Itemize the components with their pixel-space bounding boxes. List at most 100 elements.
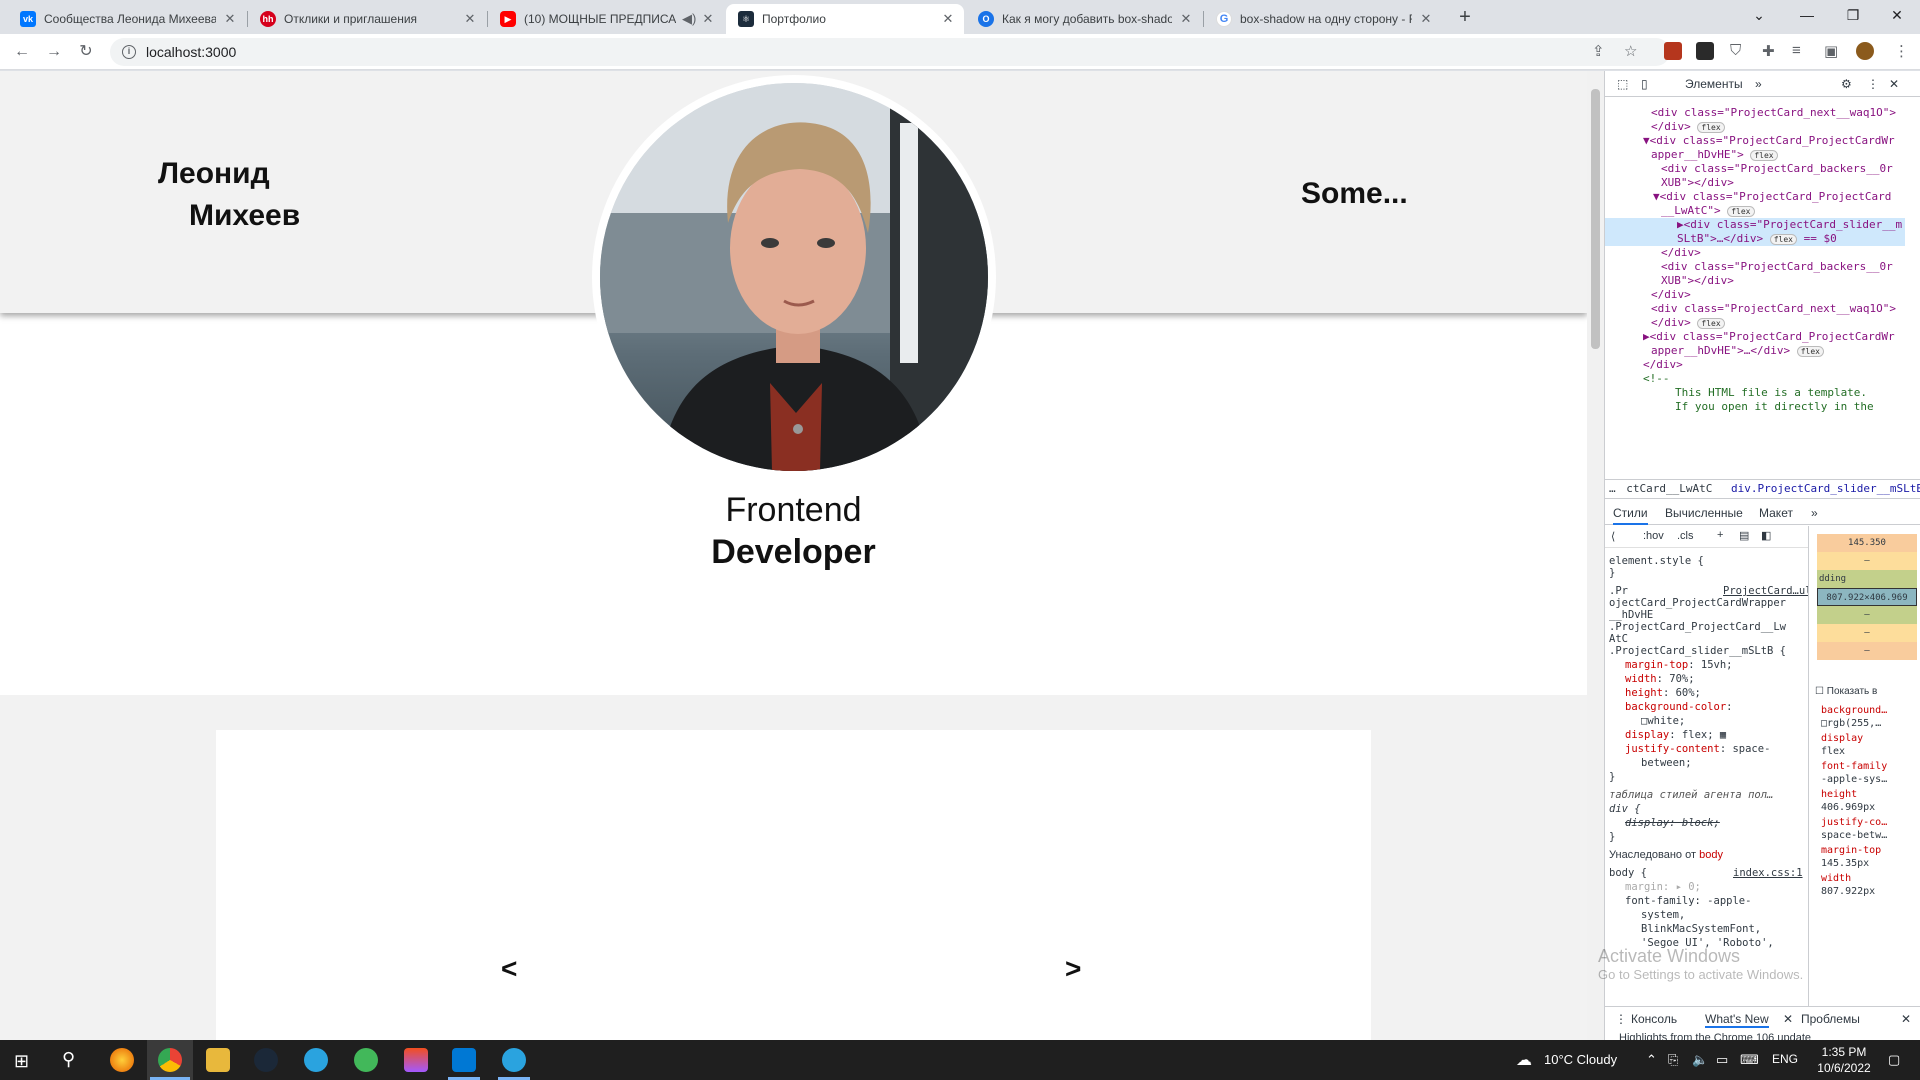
telegram-icon[interactable]	[502, 1048, 526, 1072]
more-tabs-icon[interactable]: »	[1755, 77, 1762, 91]
tab-whats-new[interactable]: What's New	[1705, 1012, 1769, 1028]
tab-portfolio[interactable]: ⚛ Портфолио ✕	[726, 4, 964, 34]
clock[interactable]: 1:35 PM 10/6/2022	[1810, 1044, 1878, 1076]
css-value[interactable]: □white;	[1641, 714, 1685, 728]
kebab-menu-icon[interactable]: ⋮	[1867, 77, 1879, 91]
close-icon[interactable]: ✕	[1178, 11, 1194, 27]
speaker-icon[interactable]: ◀)	[682, 11, 696, 27]
dom-node[interactable]: <div class="ProjectCard_next__waq1O">	[1651, 302, 1896, 316]
slider-prev-button[interactable]: <	[501, 953, 517, 985]
file-explorer-icon[interactable]	[206, 1048, 230, 1072]
css-declaration[interactable]: margin-top: 15vh;	[1625, 658, 1732, 672]
computed-prop[interactable]: justify-co…	[1821, 817, 1887, 828]
tab-hh[interactable]: hh Отклики и приглашения ✕	[248, 4, 486, 34]
dom-node-selected[interactable]: ▶<div class="ProjectCard_slider__m	[1605, 218, 1905, 232]
element-style-rule[interactable]: element.style {	[1609, 554, 1704, 568]
gear-icon[interactable]: ⚙	[1841, 77, 1852, 91]
body-rule[interactable]: body {	[1609, 866, 1647, 880]
close-icon[interactable]: ✕	[700, 11, 716, 27]
close-icon[interactable]: ✕	[1418, 11, 1434, 27]
drawer-menu-icon[interactable]: ⋮	[1615, 1012, 1627, 1026]
css-declaration[interactable]: width: 70%;	[1625, 672, 1695, 686]
css-declaration[interactable]: margin: ▸ 0;	[1625, 880, 1701, 894]
network-icon[interactable]: ⎘	[1668, 1052, 1678, 1068]
close-window-button[interactable]: ✕	[1874, 0, 1920, 30]
css-declaration[interactable]: display: flex; ▦	[1625, 728, 1726, 742]
filter-icon[interactable]: ⟨	[1611, 530, 1615, 543]
media-icon[interactable]: ≡	[1792, 42, 1801, 59]
telegram-icon[interactable]	[304, 1048, 328, 1072]
tab-search-icon[interactable]: ⌄	[1736, 0, 1782, 30]
battery-icon[interactable]: ▭	[1716, 1052, 1728, 1068]
css-declaration[interactable]: justify-content: space-	[1625, 742, 1770, 756]
close-drawer-icon[interactable]: ✕	[1901, 1012, 1911, 1026]
tray-chevron-icon[interactable]: ⌃	[1646, 1052, 1657, 1068]
computed-prop[interactable]: font-family	[1821, 761, 1887, 772]
tab-vk[interactable]: vk Сообщества Леонида Михеева ✕	[8, 4, 246, 34]
menu-icon[interactable]: ⋮	[1894, 42, 1909, 60]
tab-console[interactable]: Консоль	[1631, 1012, 1677, 1026]
weather-text[interactable]: 10°C Cloudy	[1544, 1052, 1617, 1067]
windows-start-icon[interactable]: ⊞	[14, 1051, 29, 1072]
extension-chart-icon[interactable]	[1696, 42, 1714, 60]
figma-icon[interactable]	[404, 1048, 428, 1072]
dom-node[interactable]: <div class="ProjectCard_next__waq1O">	[1651, 106, 1896, 120]
page-scrollbar[interactable]	[1587, 71, 1604, 1040]
add-rule-icon[interactable]: +	[1717, 529, 1723, 541]
share-icon[interactable]: ⇪	[1592, 42, 1605, 60]
app-icon[interactable]	[354, 1048, 378, 1072]
breadcrumb-item[interactable]: ctCard__LwAtC	[1626, 482, 1712, 495]
bookmark-star-icon[interactable]: ☆	[1624, 42, 1637, 60]
side-panel-icon[interactable]: ▣	[1824, 42, 1838, 60]
dom-node[interactable]: ▶<div class="ProjectCard_ProjectCardWr	[1643, 330, 1895, 344]
cls-toggle[interactable]: .cls	[1677, 530, 1694, 542]
dom-node[interactable]: ▼<div class="ProjectCard_ProjectCardWr	[1643, 134, 1895, 148]
css-declaration[interactable]: height: 60%;	[1625, 686, 1701, 700]
inspect-icon[interactable]: ⬚	[1617, 77, 1628, 91]
notifications-icon[interactable]: ▢	[1888, 1052, 1900, 1068]
show-all-checkbox[interactable]: ☐ Показать в	[1815, 686, 1877, 697]
cloud-icon[interactable]: ☁	[1516, 1050, 1532, 1070]
dom-node-selected[interactable]: SLtB">…</div> flex == $0	[1605, 232, 1905, 246]
avatar[interactable]	[1856, 42, 1874, 60]
reload-icon[interactable]: ↻	[74, 40, 98, 64]
info-icon[interactable]: i	[122, 45, 136, 59]
dom-node[interactable]: ▼<div class="ProjectCard_ProjectCard	[1653, 190, 1891, 204]
minimize-button[interactable]: —	[1784, 0, 1830, 30]
tab-layout[interactable]: Макет	[1759, 506, 1793, 520]
restore-button[interactable]: ❐	[1830, 0, 1876, 30]
forward-icon[interactable]: →	[42, 40, 66, 64]
dom-node[interactable]: <div class="ProjectCard_backers__0r	[1661, 260, 1893, 274]
puzzle-icon[interactable]: ✚	[1762, 42, 1775, 60]
extension-icon[interactable]	[1664, 42, 1682, 60]
close-devtools-icon[interactable]: ✕	[1889, 77, 1899, 91]
close-icon[interactable]: ✕	[940, 11, 956, 27]
close-icon[interactable]: ✕	[462, 11, 478, 27]
firefox-icon[interactable]	[110, 1048, 134, 1072]
tab-elements[interactable]: Элементы	[1685, 77, 1743, 91]
language-indicator[interactable]: ENG	[1772, 1052, 1798, 1066]
search-icon[interactable]: ⚲	[62, 1049, 75, 1070]
slider-next-button[interactable]: >	[1065, 953, 1081, 985]
breadcrumb-item[interactable]: …	[1609, 482, 1616, 495]
dom-node[interactable]: <div class="ProjectCard_backers__0r	[1661, 162, 1893, 176]
breadcrumb-item[interactable]: div.ProjectCard_slider__mSLtB	[1731, 482, 1920, 495]
volume-icon[interactable]: 🔈	[1692, 1052, 1708, 1068]
back-icon[interactable]: ←	[10, 40, 34, 64]
dom-node[interactable]: </div> flex	[1651, 120, 1725, 134]
css-declaration[interactable]: background-color:	[1625, 700, 1732, 714]
tab-youtube[interactable]: ▶ (10) МОЩНЫЕ ПРЕДПИСАН ◀) ✕	[488, 4, 724, 34]
hov-toggle[interactable]: :hov	[1643, 530, 1664, 542]
css-declaration[interactable]: font-family: -apple-	[1625, 894, 1751, 908]
close-icon[interactable]: ✕	[1783, 1012, 1793, 1026]
device-toolbar-icon[interactable]: ▯	[1641, 77, 1648, 91]
computed-prop[interactable]: margin-top	[1821, 845, 1881, 856]
tab-stackoverflow[interactable]: O Как я могу добавить box-shado ✕	[966, 4, 1202, 34]
tab-google[interactable]: G box-shadow на одну сторону - F ✕	[1204, 4, 1442, 34]
computed-prop[interactable]: width	[1821, 873, 1851, 884]
vscode-icon[interactable]	[452, 1048, 476, 1072]
address-bar[interactable]: i localhost:3000	[110, 38, 1670, 66]
rule-source-link[interactable]: index.css:1	[1733, 866, 1803, 880]
sidebar-toggle-icon[interactable]: ◧	[1761, 529, 1771, 542]
computed-prop[interactable]: height	[1821, 789, 1857, 800]
